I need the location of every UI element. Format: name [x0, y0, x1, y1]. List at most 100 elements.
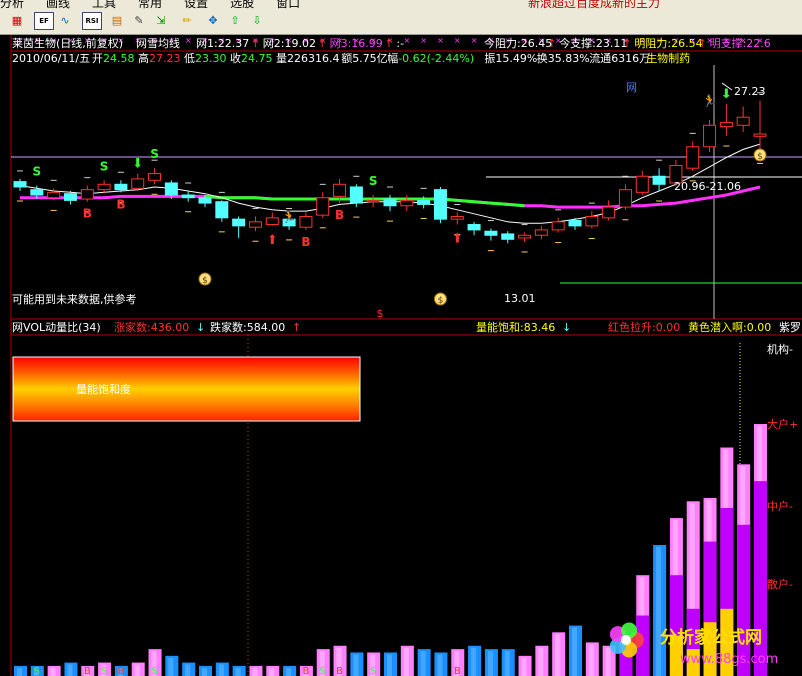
menu-item-3[interactable]: 常用 [138, 0, 162, 10]
quote-amplitude-value: 15.49% [495, 52, 537, 65]
ex-data-icon[interactable]: EF [34, 12, 54, 30]
volume-bar-highlight [67, 664, 73, 676]
quote-float-label: 流通 [589, 51, 611, 65]
menu-item-1[interactable]: 画线 [46, 0, 70, 10]
candle-body [534, 229, 548, 236]
candle-body [417, 199, 431, 205]
pencil-icon[interactable]: ✏ [178, 12, 196, 28]
disclaimer-text: 可能用到未来数据,供参考 [12, 292, 137, 306]
signal-marker: B [301, 235, 310, 249]
header-right-arrow-1: ↑ [622, 37, 631, 50]
candle-body [703, 124, 717, 148]
yellow-enter-label: 黄色潜入啊:0.00 [688, 320, 771, 334]
signal-marker: S [150, 147, 159, 161]
volume-bar-highlight [471, 647, 477, 676]
menu-item-5[interactable]: 选股 [230, 0, 254, 10]
candle-body [686, 146, 700, 169]
top-marker: × [471, 36, 478, 45]
up-count-arrow: ↓ [196, 321, 205, 334]
candle-body [164, 182, 178, 196]
volume-bar-highlight [487, 651, 493, 676]
candle-body [265, 217, 279, 226]
move-icon[interactable]: ✥ [204, 12, 222, 28]
candle-body [63, 193, 77, 201]
watermark-url: www.88gs.com [680, 652, 778, 667]
chart-type-icon[interactable]: ▦ [8, 12, 26, 28]
quote-high-value: 27.23 [149, 52, 181, 65]
bottom-signal-marker: S [151, 666, 157, 676]
menu-item-4[interactable]: 设置 [184, 0, 208, 10]
volume-bar-highlight [235, 667, 241, 676]
promo-text[interactable]: 新浪超过百度成新的主力 [528, 0, 660, 11]
signal-arrow: ⬆ [267, 233, 278, 248]
stock-chart[interactable]: × × × × × × × × × × × × × × × × × × × × × × × × × × × × × × × × × × × × × × × ×… [0, 35, 802, 676]
saturation-label: 量能饱和:83.46 [476, 320, 555, 334]
bottom-signal-marker: B [302, 666, 309, 676]
signal-marker: B [116, 197, 125, 211]
bottom-signal-marker: S [101, 666, 107, 676]
down-count-arrow: ↑ [292, 321, 301, 334]
quote-change-label: 幅 [387, 52, 398, 65]
volume-bar-highlight [17, 667, 22, 676]
legend-text: 量能饱和度 [76, 382, 131, 396]
signal-marker: S [32, 165, 41, 179]
candle-body [198, 197, 212, 204]
range-label: 20.96-21.06 [674, 180, 741, 193]
candle-body [518, 234, 532, 239]
volume-bar-highlight [218, 664, 224, 676]
candle-body [366, 199, 380, 203]
sub-title: 网VOL动量比(34) [12, 321, 101, 334]
quote-low-label: 低 [184, 52, 195, 65]
import-icon[interactable]: ⇲ [152, 12, 170, 28]
quote-amount-value: 5.75亿 [352, 52, 388, 65]
header-item-2: 网3:16.99 [330, 37, 383, 50]
side-label-2: 中户- [767, 499, 793, 513]
candle-body [148, 173, 162, 181]
candle-body [568, 220, 582, 227]
candle-body [736, 116, 750, 126]
signal-marker: S [369, 174, 378, 188]
candle-body [585, 215, 599, 227]
bottom-signal-marker: B [117, 666, 124, 676]
candle-body [114, 183, 128, 191]
volume-bar-highlight [538, 647, 544, 676]
candle-body [97, 183, 111, 191]
rsi-icon[interactable]: RSI [82, 12, 102, 30]
volume-bar-highlight [521, 657, 527, 676]
down-arrow-icon[interactable]: ⇩ [248, 12, 266, 28]
header-arrow-2: ↑ [384, 37, 393, 50]
header-item-3: :- [396, 37, 404, 50]
header-arrow-0: ↑ [251, 37, 260, 50]
toolbar: 分析 画线 工具 常用 设置 选股 窗口 新浪超过百度成新的主力 ▦ EF ∿ RSI ▤ ✎ ⇲ ✏ ✥ ⇧… [0, 0, 802, 35]
volume-bar-highlight [269, 667, 275, 676]
quote-volume-label: 量 [276, 52, 287, 65]
candle-body [484, 230, 498, 236]
legend-gradient [12, 356, 361, 422]
menu-item-6[interactable]: 窗口 [276, 0, 300, 10]
tiles-icon[interactable]: ▤ [108, 12, 126, 28]
quote-amount-label: 额 [341, 52, 352, 65]
candle-body [333, 183, 347, 197]
candle-body [652, 175, 666, 185]
moneybag-glyph: $ [757, 152, 763, 162]
up-arrow-icon[interactable]: ⇧ [226, 12, 244, 28]
quote-close-value: 24.75 [241, 52, 273, 65]
candle-body [433, 189, 447, 220]
header-right-arrow-0: ↑ [547, 37, 556, 50]
menu-item-0[interactable]: 分析 [0, 0, 24, 10]
quote-low-value: 23.30 [195, 52, 227, 65]
top-marker: × [437, 36, 444, 45]
runner-icon: 🏃 [282, 210, 297, 224]
candle-body [753, 133, 767, 137]
candle-body [30, 189, 44, 196]
wrench-icon[interactable]: ✎ [130, 12, 148, 28]
side-label-0: 机构- [767, 342, 793, 356]
volume-bar-highlight [572, 627, 577, 676]
indicator-icon[interactable]: ∿ [56, 12, 74, 28]
top-marker: × [185, 36, 192, 45]
top-marker: × [454, 36, 461, 45]
header-item-1: 网2:19.02 [263, 37, 316, 50]
quote-open-label: 开 [92, 52, 103, 65]
menu-item-2[interactable]: 工具 [92, 0, 116, 10]
volume-bar-highlight [605, 647, 611, 676]
